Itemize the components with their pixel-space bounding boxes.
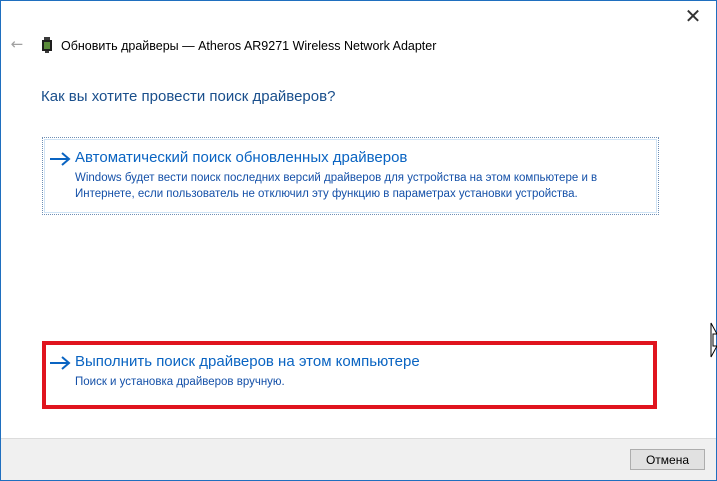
- network-adapter-icon: [42, 37, 52, 53]
- auto-search-title: Автоматический поиск обновленных драйвер…: [75, 149, 408, 166]
- right-arrow-icon: [50, 356, 71, 370]
- main-instruction: Как вы хотите провести поиск драйверов?: [41, 88, 336, 105]
- right-arrow-icon: [50, 152, 71, 166]
- dialog-footer: Отмена: [1, 438, 716, 480]
- auto-search-option[interactable]: Автоматический поиск обновленных драйвер…: [42, 137, 659, 215]
- back-button[interactable]: ←: [9, 35, 25, 53]
- manual-search-option[interactable]: Выполнить поиск драйверов на этом компью…: [42, 341, 657, 409]
- window-title: Обновить драйверы — Atheros AR9271 Wirel…: [61, 39, 437, 53]
- update-drivers-window: ✕ ← Обновить драйверы — Atheros AR9271 W…: [0, 0, 717, 481]
- cancel-button[interactable]: Отмена: [630, 449, 705, 470]
- auto-search-description: Windows будет вести поиск последних верс…: [75, 172, 598, 200]
- manual-search-description: Поиск и установка драйверов вручную.: [75, 376, 285, 388]
- resize-cursor-icon: [710, 322, 717, 358]
- back-arrow-icon: ←: [10, 35, 24, 53]
- close-icon: ✕: [684, 4, 702, 28]
- close-button[interactable]: ✕: [676, 3, 710, 29]
- manual-search-title: Выполнить поиск драйверов на этом компью…: [75, 353, 420, 370]
